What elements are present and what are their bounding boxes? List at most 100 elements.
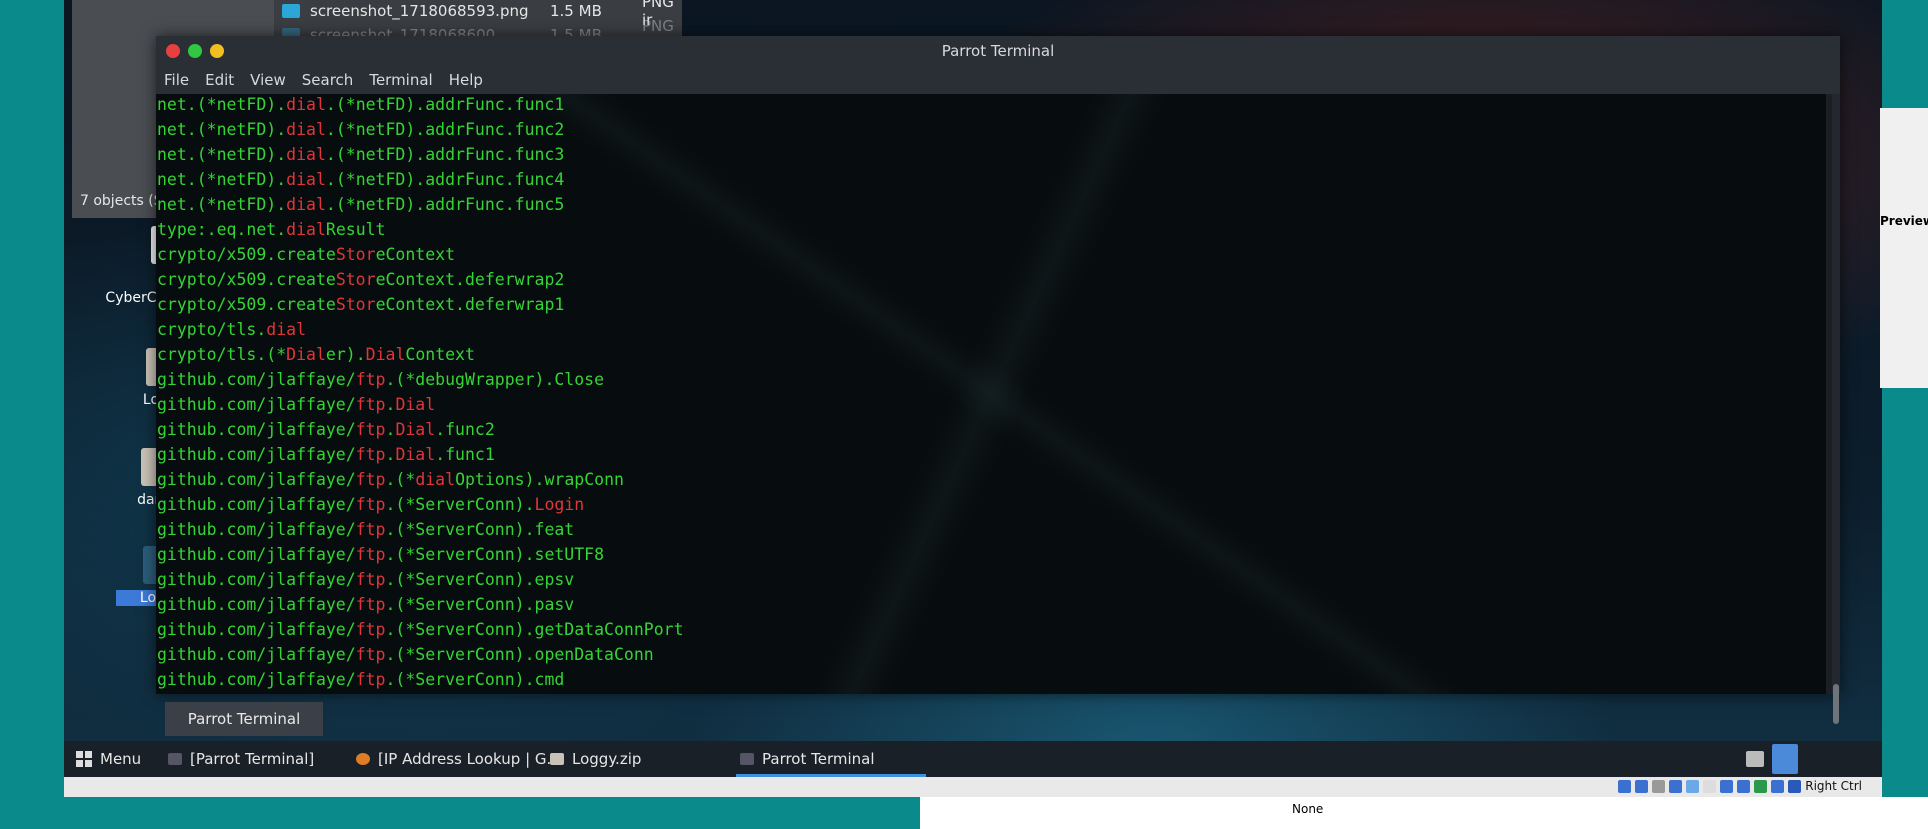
- network-icon[interactable]: [1746, 751, 1764, 767]
- line-text: Options).wrapConn: [455, 470, 624, 489]
- terminal-output[interactable]: net.(*netFD).dial.(*netFD).addrFunc.func…: [156, 94, 1826, 694]
- match-highlight: dial: [286, 170, 326, 189]
- optical-icon[interactable]: [1635, 779, 1649, 793]
- line-text: type:.eq.net.: [157, 220, 287, 239]
- grid-icon: [76, 751, 92, 767]
- menu-view[interactable]: View: [242, 66, 294, 94]
- line-text: crypto/x509.create: [157, 270, 336, 289]
- match-highlight: dial: [286, 220, 326, 239]
- line-text: github.com/jlaffaye/: [157, 645, 356, 664]
- cpu-icon[interactable]: [1754, 779, 1768, 793]
- terminal-line: github.com/jlaffaye/ftp.(*ServerConn).Lo…: [157, 492, 584, 517]
- vm-status-icons: Right Ctrl: [1618, 779, 1862, 793]
- line-text: github.com/jlaffaye/: [157, 545, 356, 564]
- match-highlight: Login: [534, 495, 585, 514]
- line-text: github.com/jlaffaye/: [157, 620, 356, 639]
- line-text: github.com/jlaffaye/: [157, 370, 356, 389]
- line-text: net.(*netFD).: [157, 195, 287, 214]
- mouse-icon[interactable]: [1771, 779, 1785, 793]
- display-icon[interactable]: [1720, 779, 1734, 793]
- match-highlight: ftp: [355, 570, 386, 589]
- line-text: eContext.deferwrap1: [375, 295, 565, 314]
- terminal-window[interactable]: Parrot Terminal File Edit View Search Te…: [156, 36, 1840, 724]
- line-text: eContext: [375, 245, 456, 264]
- match-highlight: ftp: [355, 420, 386, 439]
- taskbar-item[interactable]: [Parrot Terminal]: [168, 741, 314, 777]
- line-text: github.com/jlaffaye/: [157, 395, 356, 414]
- menu-file[interactable]: File: [156, 66, 197, 94]
- line-text: .(*ServerConn).setUTF8: [385, 545, 605, 564]
- scrollbar[interactable]: [1832, 94, 1840, 694]
- match-highlight: dial: [266, 320, 307, 339]
- match-highlight: Dial: [395, 420, 436, 439]
- keyboard-icon[interactable]: [1788, 779, 1802, 793]
- disk-icon[interactable]: [1618, 779, 1632, 793]
- tray: [1746, 741, 1798, 777]
- terminal-line: net.(*netFD).dial.(*netFD).addrFunc.func…: [157, 92, 564, 117]
- file-row[interactable]: screenshot_1718068593.png 1.5 MB PNG ir: [282, 0, 674, 29]
- match-highlight: Stor: [335, 270, 376, 289]
- match-highlight: dial: [286, 120, 326, 139]
- menu-search[interactable]: Search: [294, 66, 362, 94]
- line-text: .(*netFD).addrFunc.func5: [325, 195, 565, 214]
- taskbar-item[interactable]: [IP Address Lookup | G...: [356, 741, 561, 777]
- terminal-line: github.com/jlaffaye/ftp.Dial: [157, 392, 435, 417]
- menu-terminal[interactable]: Terminal: [361, 66, 440, 94]
- match-highlight: ftp: [355, 370, 386, 389]
- line-text: .(*ServerConn).epsv: [385, 570, 575, 589]
- line-text: .(*netFD).addrFunc.func3: [325, 145, 565, 164]
- line-text: .(*debugWrapper).Close: [385, 370, 605, 389]
- network-icon[interactable]: [1669, 779, 1683, 793]
- line-text: .(*ServerConn).pasv: [385, 595, 575, 614]
- line-text: .func2: [435, 420, 495, 439]
- line-text: .(*ServerConn).getDataConnPort: [385, 620, 684, 639]
- menu-bar: File Edit View Search Terminal Help: [156, 66, 1840, 94]
- usb-icon[interactable]: [1686, 779, 1700, 793]
- terminal-line: type:.eq.net.dialResult: [157, 217, 386, 242]
- line-text: .: [385, 445, 396, 464]
- line-text: .(*ServerConn).openDataConn: [385, 645, 654, 664]
- terminal-line: github.com/jlaffaye/ftp.(*ServerConn).ge…: [157, 617, 684, 642]
- title-bar[interactable]: Parrot Terminal: [156, 36, 1840, 66]
- match-highlight: ftp: [355, 545, 386, 564]
- recording-icon[interactable]: [1737, 779, 1751, 793]
- line-text: .(*netFD).addrFunc.func2: [325, 120, 565, 139]
- line-text: github.com/jlaffaye/: [157, 570, 356, 589]
- shared-folder-icon[interactable]: [1703, 779, 1717, 793]
- match-highlight: Dial: [365, 345, 406, 364]
- line-text: .(*netFD).addrFunc.func1: [325, 95, 565, 114]
- line-text: .(*: [385, 470, 416, 489]
- audio-icon[interactable]: [1652, 779, 1666, 793]
- line-text: er).: [325, 345, 366, 364]
- match-highlight: ftp: [355, 670, 386, 689]
- menu-help[interactable]: Help: [441, 66, 491, 94]
- match-highlight: Dial: [286, 345, 326, 364]
- line-text: .: [385, 395, 396, 414]
- taskbar-item-active[interactable]: Parrot Terminal: [740, 741, 875, 777]
- taskbar-item[interactable]: Loggy.zip: [550, 741, 641, 777]
- match-highlight: dial: [415, 470, 456, 489]
- line-text: .(*ServerConn).cmd: [385, 670, 565, 689]
- terminal-line: github.com/jlaffaye/ftp.Dial.func2: [157, 417, 495, 442]
- right-panel: [1880, 108, 1928, 388]
- terminal-line: github.com/jlaffaye/ftp.(*debugWrapper).…: [157, 367, 604, 392]
- terminal-line: github.com/jlaffaye/ftp.(*ServerConn).fe…: [157, 517, 574, 542]
- match-highlight: Dial: [395, 395, 436, 414]
- line-text: crypto/x509.create: [157, 245, 336, 264]
- terminal-line: net.(*netFD).dial.(*netFD).addrFunc.func…: [157, 192, 564, 217]
- match-highlight: dial: [286, 95, 326, 114]
- menu-button[interactable]: Menu: [76, 741, 141, 777]
- line-text: .: [385, 420, 396, 439]
- terminal-line: net.(*netFD).dial.(*netFD).addrFunc.func…: [157, 167, 564, 192]
- line-text: crypto/tls.: [157, 320, 267, 339]
- terminal-line: crypto/x509.createStoreContext.deferwrap…: [157, 267, 564, 292]
- terminal-line: github.com/jlaffaye/ftp.(*ServerConn).ep…: [157, 567, 574, 592]
- scrollbar-thumb[interactable]: [1833, 684, 1839, 724]
- workspace-icon[interactable]: [1772, 744, 1798, 774]
- match-highlight: ftp: [355, 620, 386, 639]
- terminal-line: github.com/jlaffaye/ftp.(*ServerConn).pa…: [157, 592, 574, 617]
- taskbar: Menu [Parrot Terminal] [IP Address Looku…: [64, 741, 1882, 777]
- match-highlight: Stor: [335, 295, 376, 314]
- menu-edit[interactable]: Edit: [197, 66, 242, 94]
- line-text: net.(*netFD).: [157, 170, 287, 189]
